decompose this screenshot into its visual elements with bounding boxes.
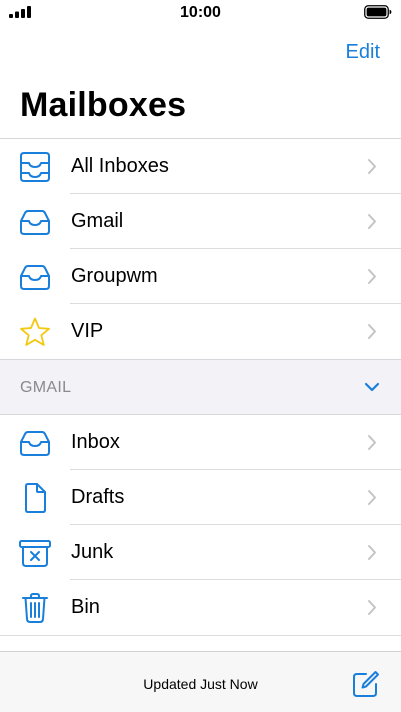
chevron-right-icon <box>368 324 376 339</box>
edit-button[interactable]: Edit <box>346 41 380 64</box>
bottom-toolbar: Updated Just Now <box>0 651 401 712</box>
list-end-divider <box>0 635 401 651</box>
mailbox-label: Groupwm <box>71 265 158 287</box>
mailbox-label: Gmail <box>71 210 124 232</box>
mailbox-groupwm[interactable]: Groupwm <box>0 249 401 304</box>
chevron-right-icon <box>368 545 376 560</box>
folder-label: Junk <box>71 541 114 563</box>
mailbox-vip[interactable]: VIP <box>0 304 401 359</box>
chevron-right-icon <box>368 214 376 229</box>
folder-label: Bin <box>71 596 100 618</box>
mailbox-label: VIP <box>71 320 104 342</box>
inbox-tray-icon <box>20 265 50 290</box>
mailbox-gmail[interactable]: Gmail <box>0 194 401 249</box>
star-icon <box>20 317 50 346</box>
gmail-folders-list: Inbox Drafts Junk Bin <box>0 415 401 635</box>
mailbox-all-inboxes[interactable]: All Inboxes <box>0 139 401 194</box>
section-title: GMAIL <box>20 379 72 396</box>
chevron-right-icon <box>368 490 376 505</box>
folder-bin[interactable]: Bin <box>0 580 401 635</box>
folder-drafts[interactable]: Drafts <box>0 470 401 525</box>
chevron-right-icon <box>368 159 376 174</box>
folder-junk[interactable]: Junk <box>0 525 401 580</box>
status-time: 10:00 <box>180 4 221 21</box>
mailboxes-list: All Inboxes Gmail Groupwm VIP <box>0 139 401 359</box>
folder-label: Drafts <box>71 486 125 508</box>
inbox-tray-icon <box>20 210 50 235</box>
update-status: Updated Just Now <box>143 676 258 692</box>
gmail-section-header[interactable]: GMAIL <box>0 359 401 415</box>
chevron-right-icon <box>368 600 376 615</box>
inbox-tray-icon <box>20 431 50 456</box>
chevron-right-icon <box>368 435 376 450</box>
junk-bin-icon <box>19 540 51 567</box>
trash-icon <box>22 593 48 623</box>
chevron-right-icon <box>368 269 376 284</box>
page-title: Mailboxes <box>20 86 187 124</box>
battery-icon <box>364 5 392 19</box>
document-icon <box>25 483 46 513</box>
all-inboxes-icon <box>20 152 50 182</box>
mailbox-label: All Inboxes <box>71 155 169 177</box>
folder-inbox[interactable]: Inbox <box>0 415 401 470</box>
status-bar: 10:00 <box>0 0 401 26</box>
folder-label: Inbox <box>71 431 120 453</box>
compose-icon[interactable] <box>352 670 380 698</box>
chevron-down-icon[interactable] <box>364 382 380 392</box>
